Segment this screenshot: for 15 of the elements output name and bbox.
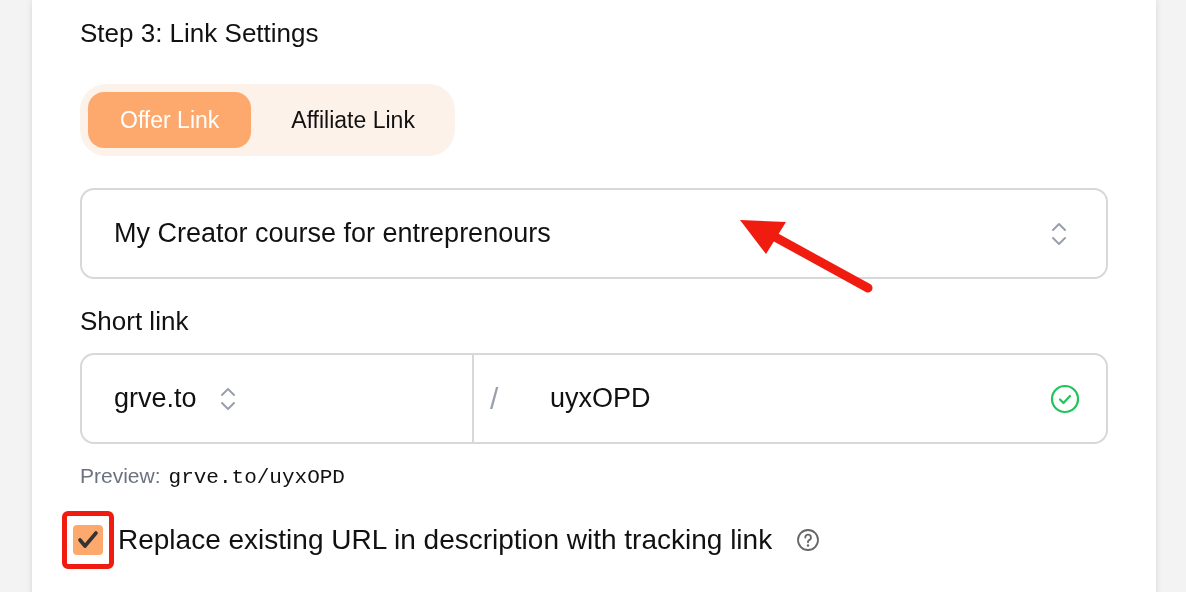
help-icon[interactable] [796,528,821,552]
slug-input[interactable]: uyxOPD [550,383,1050,414]
preview-url: grve.to/uyxOPD [168,466,345,489]
domain-select[interactable]: grve.to [82,355,474,442]
field-label: Short link [80,305,190,338]
check-icon [77,530,99,550]
separator: / [490,381,500,416]
offer-select[interactable]: My Creator course for entreprenours [80,188,1108,279]
preview-label: Preview: [80,464,161,488]
checkbox[interactable] [73,525,103,555]
chevron-up-down-icon [1050,220,1068,247]
checkbox-label: Replace existing URL in description with tracking link [118,524,773,556]
link-type-tab[interactable]: Affiliate Link [259,92,447,148]
chevron-up-down-icon [218,385,237,412]
section-title: Step 3: Link Settings [80,17,320,50]
